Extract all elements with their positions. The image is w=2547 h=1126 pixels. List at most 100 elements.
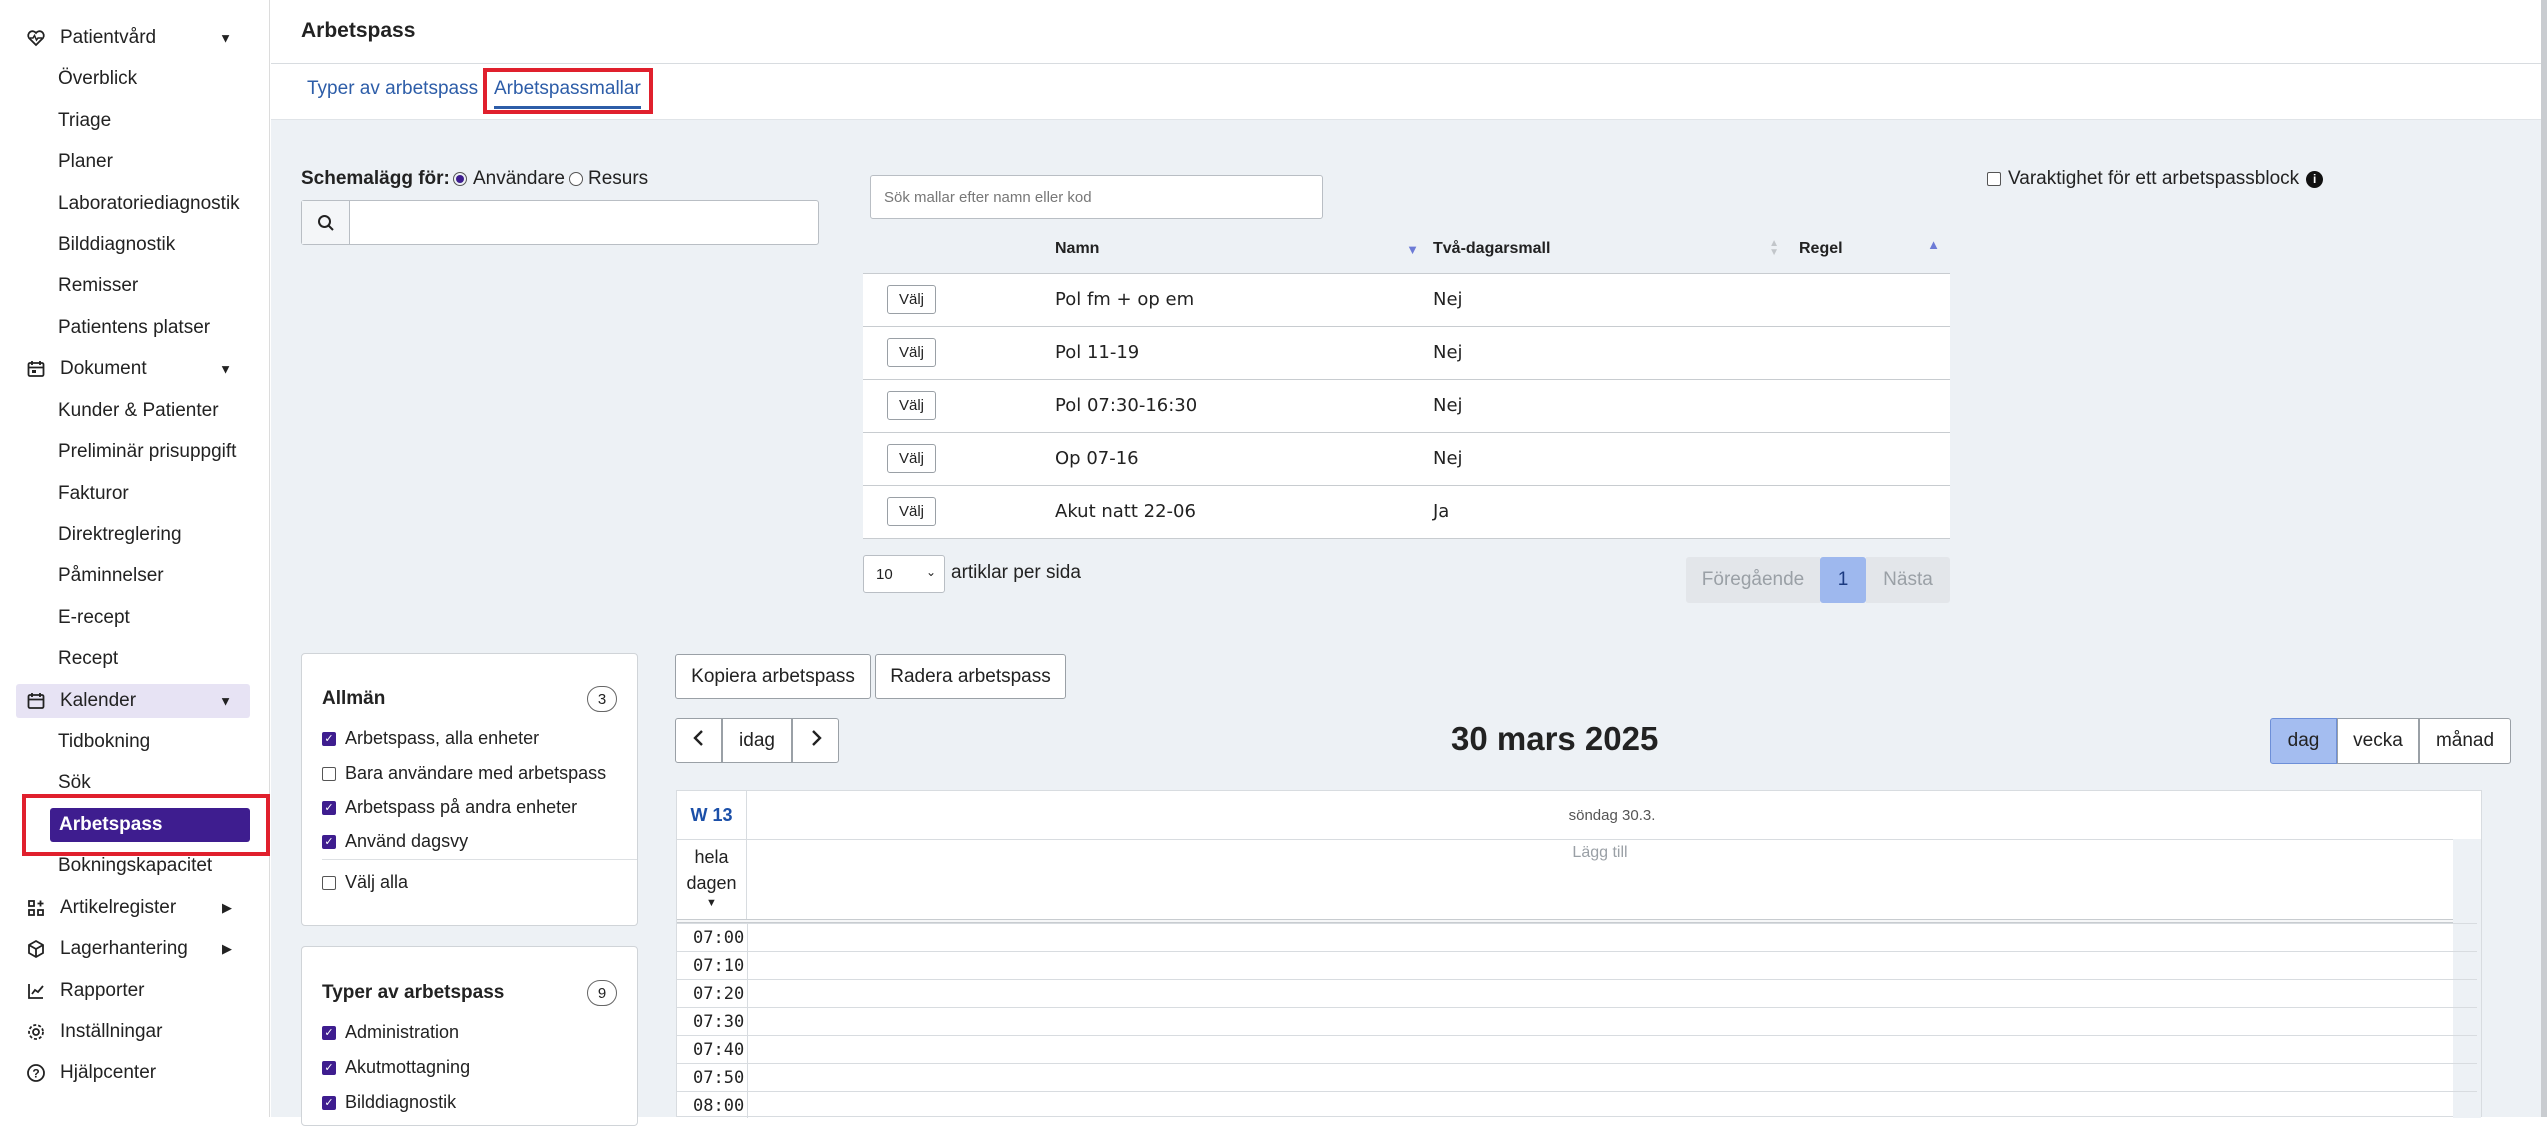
nav-e-recept[interactable]: E-recept [16,601,250,635]
per-page-label: artiklar per sida [951,562,1081,583]
document-calendar-icon [24,357,48,381]
checkbox-checked-icon: ✓ [322,1025,336,1040]
chevron-left-icon [692,729,705,753]
nav-remisser[interactable]: Remisser [16,269,250,303]
nav-dokument[interactable]: Dokument ▼ [16,352,250,386]
caret-down-icon: ▼ [706,897,717,909]
nav-recept[interactable]: Recept [16,642,250,676]
filter-general-count: 3 [587,686,617,712]
nav-patientvard[interactable]: Patientvård ▼ [16,21,250,55]
calendar-next-button[interactable] [792,718,839,763]
time-slot[interactable]: 07:20 [677,979,2477,1007]
radio-resurs[interactable]: Resurs [569,168,648,190]
nav-overblick[interactable]: Överblick [16,62,250,96]
caret-right-icon: ▶ [222,900,232,915]
delete-shift-button[interactable]: Radera arbetspass [875,654,1066,699]
nav-kalender[interactable]: Kalender ▼ [16,684,250,718]
page-header: Arbetspass [271,0,2541,64]
sort-both-icon: ▲ ▼ [1769,238,1779,258]
nav-hjalpcenter[interactable]: ? Hjälpcenter [16,1056,250,1090]
nav-installningar[interactable]: Inställningar [16,1015,250,1049]
prev-page-button[interactable]: Föregående [1686,557,1820,603]
valj-button[interactable]: Välj [887,285,937,314]
checkbox-checked-icon: ✓ [322,800,336,815]
nav-direktreglering[interactable]: Direktreglering [16,518,250,552]
sidebar: Patientvård ▼ Överblick Triage Planer La… [0,0,270,1117]
nav-bokningskapacitet[interactable]: Bokningskapacitet [16,849,250,883]
time-slot[interactable]: 07:30 [677,1007,2477,1035]
time-slot[interactable]: 07:00 [677,923,2477,951]
select-all-checkbox[interactable]: Välj alla [322,872,408,893]
nav-label: Patientvård [60,27,157,48]
nav-patientens-platser[interactable]: Patientens platser [16,311,250,345]
copy-shift-button[interactable]: Kopiera arbetspass [675,654,871,699]
valj-button[interactable]: Välj [887,444,937,473]
nav-lagerhantering[interactable]: Lagerhantering ▶ [16,932,250,966]
filter-checkbox[interactable]: Bara användare med arbetspass [322,763,606,784]
nav-triage[interactable]: Triage [16,104,250,138]
nav-tidbokning[interactable]: Tidbokning [16,725,250,759]
nav-fakturor[interactable]: Fakturor [16,477,250,511]
table-row: Välj Pol 11-19 Nej [863,326,1950,380]
page-1-button[interactable]: 1 [1820,557,1866,603]
svg-text:?: ? [32,1067,39,1081]
valj-button[interactable]: Välj [887,497,937,526]
duration-checkbox[interactable]: Varaktighet för ett arbetspassblock i [1987,168,2324,190]
nav-planer[interactable]: Planer [16,145,250,179]
search-icon [302,201,350,244]
time-slot[interactable]: 07:10 [677,951,2477,979]
filter-checkbox[interactable]: ✓ Använd dagsvy [322,831,468,852]
view-week-button[interactable]: vecka [2337,718,2419,764]
time-slot[interactable]: 07:40 [677,1035,2477,1063]
filter-panel-types: Typer av arbetspass 9 ✓ Administration ✓ A… [301,946,638,1126]
time-slot[interactable]: 08:00 [677,1091,2477,1119]
heart-pulse-icon [24,26,48,50]
checkbox-checked-icon: ✓ [322,731,336,746]
col-select [863,225,1055,274]
page-scrollbar[interactable] [2541,0,2547,1117]
all-day-add-slot[interactable]: Lägg till [747,839,2453,919]
filter-checkbox[interactable]: ✓ Bilddiagnostik [322,1092,456,1113]
valj-button[interactable]: Välj [887,391,937,420]
next-page-button[interactable]: Nästa [1866,557,1950,603]
user-search-input[interactable] [301,200,819,245]
filter-checkbox[interactable]: ✓ Administration [322,1022,459,1043]
nav-preliminar-prisuppgift[interactable]: Preliminär prisuppgift [16,435,250,469]
template-search-input[interactable]: Sök mallar efter namn eller kod [870,175,1323,219]
cell-name: Op 07-16 [1055,432,1433,486]
checkbox-icon [322,766,336,781]
time-slot[interactable]: 07:50 [677,1063,2477,1091]
cell-twoday: Ja [1433,485,1799,539]
table-row: Välj Akut natt 22-06 Ja [863,485,1950,539]
nav-artikelregister[interactable]: Artikelregister ▶ [16,891,250,925]
filter-checkbox[interactable]: ✓ Arbetspass, alla enheter [322,728,539,749]
nav-kunder-patienter[interactable]: Kunder & Patienter [16,394,250,428]
checkbox-icon [1987,172,2001,186]
table-row: Välj Pol 07:30-16:30 Nej [863,379,1950,433]
calendar-today-button[interactable]: idag [722,718,792,763]
col-name-header[interactable]: Namn ▼ [1055,225,1433,274]
calendar-date-title: 30 mars 2025 [1451,720,1659,757]
calendar-prev-button[interactable] [675,718,722,763]
view-day-button[interactable]: dag [2270,718,2337,764]
filter-checkbox[interactable]: ✓ Arbetspass på andra enheter [322,797,577,818]
tab-typer-av-arbetspass[interactable]: Typer av arbetspass [307,78,478,100]
col-twoday-header[interactable]: Två-dagarsmall ▲ ▼ [1433,225,1799,274]
per-page-select[interactable]: 10 ⌄ [863,555,945,593]
radio-anvandare[interactable]: Användare [453,168,565,190]
nav-paminnelser[interactable]: Påminnelser [16,559,250,593]
main-content: Arbetspass Typer av arbetspass Arbetspas… [271,0,2547,1126]
view-month-button[interactable]: månad [2419,718,2511,764]
caret-down-icon: ▼ [219,361,232,377]
valj-button[interactable]: Välj [887,338,937,367]
nav-rapporter[interactable]: Rapporter [16,974,250,1008]
all-day-label[interactable]: hela dagen ▼ [677,839,747,919]
nav-bilddiagnostik[interactable]: Bilddiagnostik [16,228,250,262]
page-title: Arbetspass [301,19,416,42]
nav-laboratoriediagnostik[interactable]: Laboratoriediagnostik [16,187,250,221]
info-icon[interactable]: i [2306,170,2324,188]
col-rule-header[interactable]: Regel ▲ [1799,225,1950,274]
checkbox-icon [322,875,336,890]
highlight-box [483,68,653,114]
filter-checkbox[interactable]: ✓ Akutmottagning [322,1057,470,1078]
